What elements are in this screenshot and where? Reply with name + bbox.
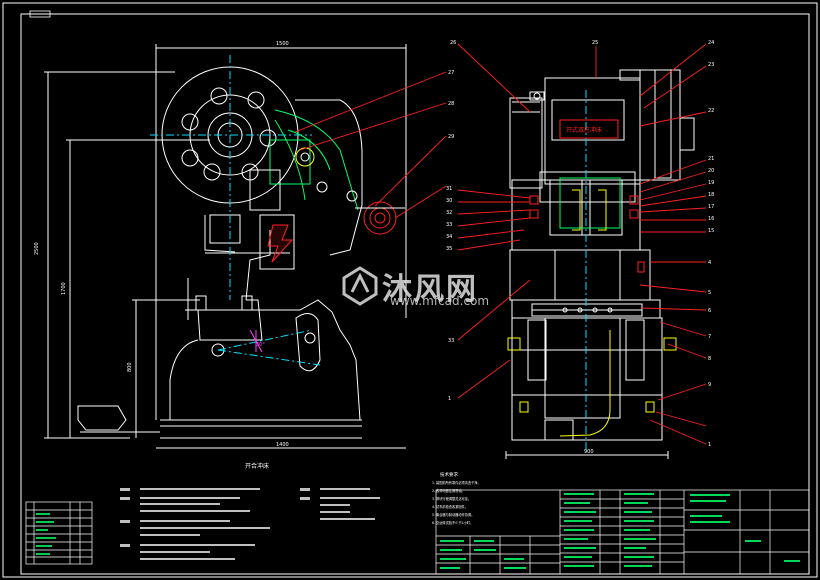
side-leaders	[294, 71, 447, 219]
dim-table-height: 800	[127, 362, 133, 372]
balloon-25: 25	[592, 40, 598, 46]
balloon-22: 22	[708, 108, 714, 114]
balloon-33b: 33	[448, 338, 454, 344]
display-label: 开式双柱冲床	[566, 126, 602, 134]
watermark-url: www.mfcad.com	[390, 294, 490, 308]
front-view-details	[507, 119, 677, 437]
balloon-21: 21	[708, 156, 714, 162]
dim-angle: 30°	[256, 342, 265, 348]
balloon-18: 18	[708, 192, 714, 198]
balloon-7: 7	[708, 334, 711, 340]
parts-table-left	[25, 501, 93, 565]
watermark: 沐风网 www.mfcad.com	[338, 262, 498, 310]
balloon-26: 26	[450, 40, 456, 46]
tech-req-5: 5. 离合器与制动器动作协调。	[432, 512, 474, 517]
bom-table	[435, 489, 810, 575]
balloon-15: 15	[708, 228, 714, 234]
balloon-30: 30	[446, 198, 452, 204]
balloon-28: 28	[448, 101, 454, 107]
dim-base-width: 1400	[276, 442, 289, 448]
balloon-19: 19	[708, 180, 714, 186]
balloon-4: 4	[708, 260, 711, 266]
balloon-16: 16	[708, 216, 714, 222]
tech-req-4: 4. 试车前检查各紧固件。	[432, 504, 468, 509]
balloon-1b: 1	[448, 396, 451, 402]
tech-req-2: 2. 各滑动面注润滑油。	[432, 488, 465, 493]
balloon-33: 33	[446, 222, 452, 228]
balloon-9: 9	[708, 382, 711, 388]
watermark-logo-icon	[342, 266, 378, 306]
tech-req-3: 3. 滑块行程调整灵活可靠。	[432, 496, 471, 501]
balloon-8: 8	[708, 356, 711, 362]
balloon-34: 34	[446, 234, 452, 240]
balloon-17: 17	[708, 204, 714, 210]
balloon-5: 5	[708, 290, 711, 296]
front-view-caption: 开合冲床	[245, 462, 269, 470]
balloon-29: 29	[448, 134, 454, 140]
notes-left-blocks	[120, 488, 380, 560]
dim-side-width: 900	[584, 449, 594, 455]
balloon-23: 23	[708, 62, 714, 68]
front-labels: 26 25 24 23 22 31 30 32 33 34 35 21 20 1…	[446, 40, 714, 455]
dim-inner-height: 1700	[61, 282, 67, 295]
dim-overall-width: 1500	[276, 41, 289, 47]
side-view	[44, 44, 407, 449]
balloon-1: 1	[708, 442, 711, 448]
tech-req-1: 1. 装配前所有零件必须清洗干净。	[432, 480, 481, 485]
balloon-20: 20	[708, 168, 714, 174]
balloon-6: 6	[708, 308, 711, 314]
balloon-35: 35	[446, 246, 452, 252]
balloon-32: 32	[446, 210, 452, 216]
tech-req-6: 6. 空运转试验不少于2小时。	[432, 520, 473, 525]
tech-req-heading: 技术要求	[440, 471, 458, 478]
balloon-31: 31	[446, 186, 452, 192]
balloon-27: 27	[448, 70, 454, 76]
balloon-24: 24	[708, 40, 714, 46]
front-leaders	[457, 43, 707, 445]
dim-overall-height: 2500	[34, 242, 40, 255]
